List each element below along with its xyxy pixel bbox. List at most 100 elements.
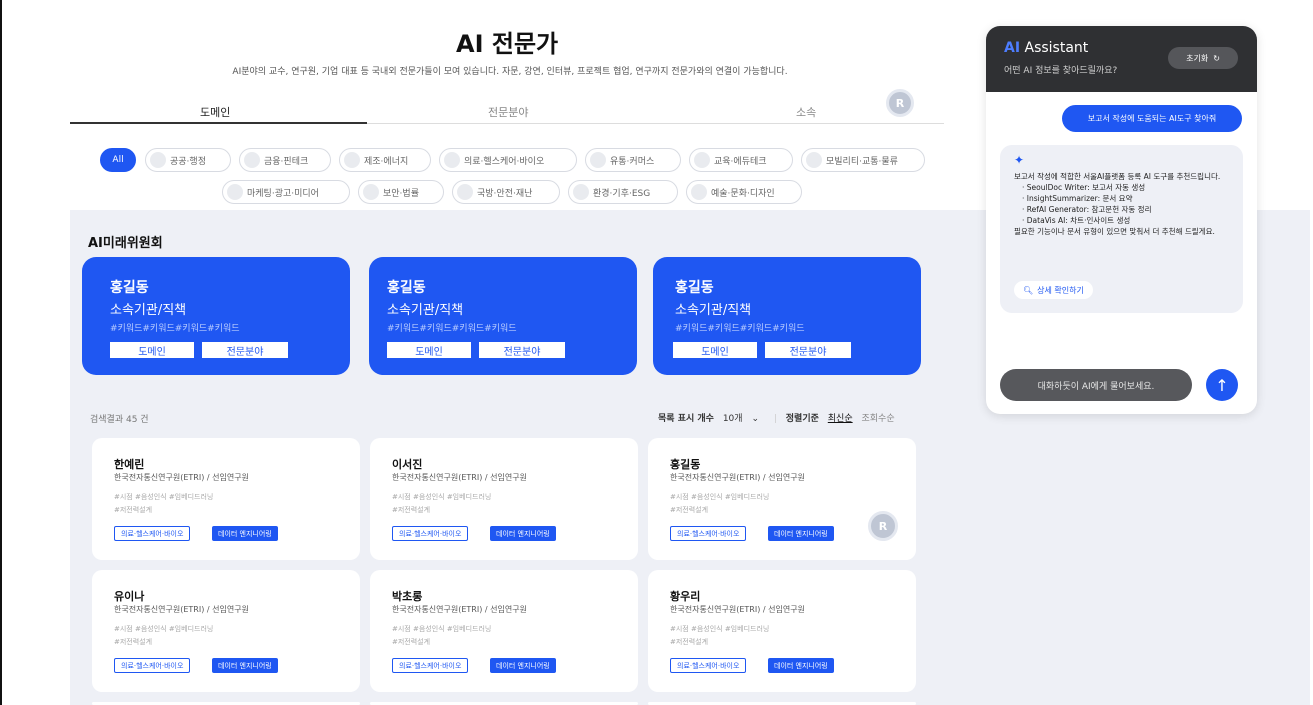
domain-tag[interactable]: 의료·헬스케어·바이오: [392, 526, 469, 541]
chip-commerce[interactable]: 유통·커머스: [585, 148, 681, 172]
divider: |: [773, 414, 777, 424]
chip-security[interactable]: 보안·법률: [358, 180, 444, 204]
expert-keywords: #저전력설계: [392, 506, 431, 514]
assistant-message-text: 보고서 작성에 적합한 서울AI플랫폼 등록 AI 도구를 추천드립니다. · …: [1014, 172, 1221, 236]
featured-card[interactable]: 홍길동 소속기관/직책 #키워드#키워드#키워드#키워드 도메인 전문분야: [369, 257, 637, 375]
expertise-tag[interactable]: 데이터 엔지니어링: [212, 658, 278, 673]
featured-keywords: #키워드#키워드#키워드#키워드: [675, 324, 805, 334]
expertise-tag[interactable]: 데이터 엔지니어링: [490, 526, 556, 541]
domain-button[interactable]: 도메인: [110, 342, 194, 358]
expert-name: 유이나: [114, 590, 145, 603]
chip-dot-icon: [573, 184, 589, 200]
sort-views[interactable]: 조회수순: [862, 414, 895, 424]
expert-name: 홍길동: [670, 458, 701, 471]
expert-keywords: #저전력설계: [670, 638, 709, 646]
tab-domain[interactable]: 도메인: [200, 104, 230, 120]
expertise-button[interactable]: 전문분야: [479, 342, 565, 358]
avatar[interactable]: R: [886, 89, 914, 117]
ai-assistant-panel: AI Assistant 어떤 AI 정보를 찾아드릴까요? 초기화 ↻ 보고서…: [986, 26, 1257, 414]
category-tabs: 도메인 전문분야 소속: [70, 100, 944, 124]
sparkle-icon: ✦: [1014, 153, 1025, 167]
expert-keywords: #저전력설계: [114, 638, 153, 646]
search-icon: 🔍︎: [1023, 285, 1034, 295]
chip-dot-icon: [344, 152, 360, 168]
chip-all[interactable]: All: [100, 148, 136, 172]
featured-org: 소속기관/직책: [387, 303, 464, 318]
chip-dot-icon: [457, 184, 473, 200]
sort-label: 정렬기준: [785, 414, 819, 424]
featured-card[interactable]: 홍길동 소속기관/직책 #키워드#키워드#키워드#키워드 도메인 전문분야: [653, 257, 921, 375]
chip-dot-icon: [691, 184, 707, 200]
expert-card[interactable]: 한예린 한국전자통신연구원(ETRI) / 선임연구원 #시점 #음성인식 #임…: [92, 438, 360, 560]
window-border: [0, 0, 2, 705]
chip-defense[interactable]: 국방·안전·재난: [452, 180, 560, 204]
domain-tag[interactable]: 의료·헬스케어·바이오: [114, 526, 191, 541]
chip-education[interactable]: 교육·에듀테크: [689, 148, 793, 172]
chip-dot-icon: [444, 152, 460, 168]
domain-tag[interactable]: 의료·헬스케어·바이오: [114, 658, 191, 673]
expert-card[interactable]: 이서진 한국전자통신연구원(ETRI) / 선임연구원 #시점 #음성인식 #임…: [370, 438, 638, 560]
expert-card[interactable]: 황우리 한국전자통신연구원(ETRI) / 선임연구원 #시점 #음성인식 #임…: [648, 570, 916, 692]
expert-keywords: #시점 #음성인식 #임베디드러닝: [670, 493, 770, 501]
chat-input[interactable]: 대화하듯이 AI에게 물어보세요.: [1000, 369, 1192, 401]
chip-marketing[interactable]: 마케팅·광고·미디어: [222, 180, 350, 204]
chevron-down-icon: ⌄: [751, 414, 759, 424]
domain-button[interactable]: 도메인: [673, 342, 757, 358]
featured-name: 홍길동: [675, 280, 714, 296]
expertise-button[interactable]: 전문분야: [202, 342, 288, 358]
chip-environment[interactable]: 환경·기후·ESG: [568, 180, 678, 204]
tab-expertise[interactable]: 전문분야: [488, 104, 528, 120]
avatar[interactable]: R: [868, 511, 898, 541]
reset-button[interactable]: 초기화 ↻: [1168, 47, 1238, 69]
expert-keywords: #시점 #음성인식 #임베디드러닝: [114, 493, 214, 501]
page-subtitle: AI분야의 교수, 연구원, 기업 대표 등 국내외 전문가들이 모여 있습니다…: [232, 67, 788, 77]
featured-org: 소속기관/직책: [675, 303, 752, 318]
page-size-select[interactable]: 10개 ⌄: [723, 414, 765, 424]
chip-manufacturing[interactable]: 제조·에너지: [339, 148, 431, 172]
expertise-tag[interactable]: 데이터 엔지니어링: [212, 526, 278, 541]
send-button[interactable]: ↑: [1206, 369, 1238, 401]
expert-card[interactable]: 박초롱 한국전자통신연구원(ETRI) / 선임연구원 #시점 #음성인식 #임…: [370, 570, 638, 692]
featured-name: 홍길동: [387, 280, 426, 296]
expert-org: 한국전자통신연구원(ETRI) / 선임연구원: [392, 473, 527, 482]
chip-finance[interactable]: 금융·핀테크: [239, 148, 331, 172]
chip-dot-icon: [590, 152, 606, 168]
expert-org: 한국전자통신연구원(ETRI) / 선임연구원: [670, 473, 805, 482]
featured-name: 홍길동: [110, 280, 149, 296]
chip-dot-icon: [244, 152, 260, 168]
chip-public[interactable]: 공공·행정: [145, 148, 231, 172]
expert-org: 한국전자통신연구원(ETRI) / 선임연구원: [114, 605, 249, 614]
expert-org: 한국전자통신연구원(ETRI) / 선임연구원: [114, 473, 249, 482]
section-title: AI미래위원회: [88, 236, 163, 251]
chip-healthcare[interactable]: 의료·헬스케어·바이오: [439, 148, 577, 172]
chip-arts[interactable]: 예술·문화·디자인: [686, 180, 802, 204]
featured-card[interactable]: 홍길동 소속기관/직책 #키워드#키워드#키워드#키워드 도메인 전문분야: [82, 257, 350, 375]
expertise-tag[interactable]: 데이터 엔지니어링: [768, 658, 834, 673]
detail-button[interactable]: 🔍︎ 상세 확인하기: [1014, 281, 1093, 299]
active-tab-indicator: [70, 122, 367, 124]
sort-latest[interactable]: 최신순: [828, 414, 853, 424]
expert-card[interactable]: 홍길동 한국전자통신연구원(ETRI) / 선임연구원 #시점 #음성인식 #임…: [648, 438, 916, 560]
tab-affiliation[interactable]: 소속: [796, 104, 816, 120]
expertise-button[interactable]: 전문분야: [765, 342, 851, 358]
expertise-tag[interactable]: 데이터 엔지니어링: [768, 526, 834, 541]
domain-tag[interactable]: 의료·헬스케어·바이오: [670, 526, 747, 541]
expert-name: 황우리: [670, 590, 701, 603]
domain-button[interactable]: 도메인: [387, 342, 471, 358]
expertise-tag[interactable]: 데이터 엔지니어링: [490, 658, 556, 673]
chip-mobility[interactable]: 모빌리티·교통·물류: [801, 148, 925, 172]
expert-org: 한국전자통신연구원(ETRI) / 선임연구원: [392, 605, 527, 614]
chip-dot-icon: [150, 152, 166, 168]
chip-dot-icon: [227, 184, 243, 200]
refresh-icon: ↻: [1213, 53, 1220, 63]
featured-keywords: #키워드#키워드#키워드#키워드: [387, 324, 517, 334]
expert-keywords: #시점 #음성인식 #임베디드러닝: [114, 625, 214, 633]
page-size-label: 목록 표시 개수: [658, 414, 714, 424]
expert-card[interactable]: 유이나 한국전자통신연구원(ETRI) / 선임연구원 #시점 #음성인식 #임…: [92, 570, 360, 692]
featured-keywords: #키워드#키워드#키워드#키워드: [110, 324, 240, 334]
domain-tag[interactable]: 의료·헬스케어·바이오: [392, 658, 469, 673]
expert-org: 한국전자통신연구원(ETRI) / 선임연구원: [670, 605, 805, 614]
expert-keywords: #저전력설계: [670, 506, 709, 514]
assistant-header: AI Assistant 어떤 AI 정보를 찾아드릴까요? 초기화 ↻: [986, 26, 1257, 92]
domain-tag[interactable]: 의료·헬스케어·바이오: [670, 658, 747, 673]
